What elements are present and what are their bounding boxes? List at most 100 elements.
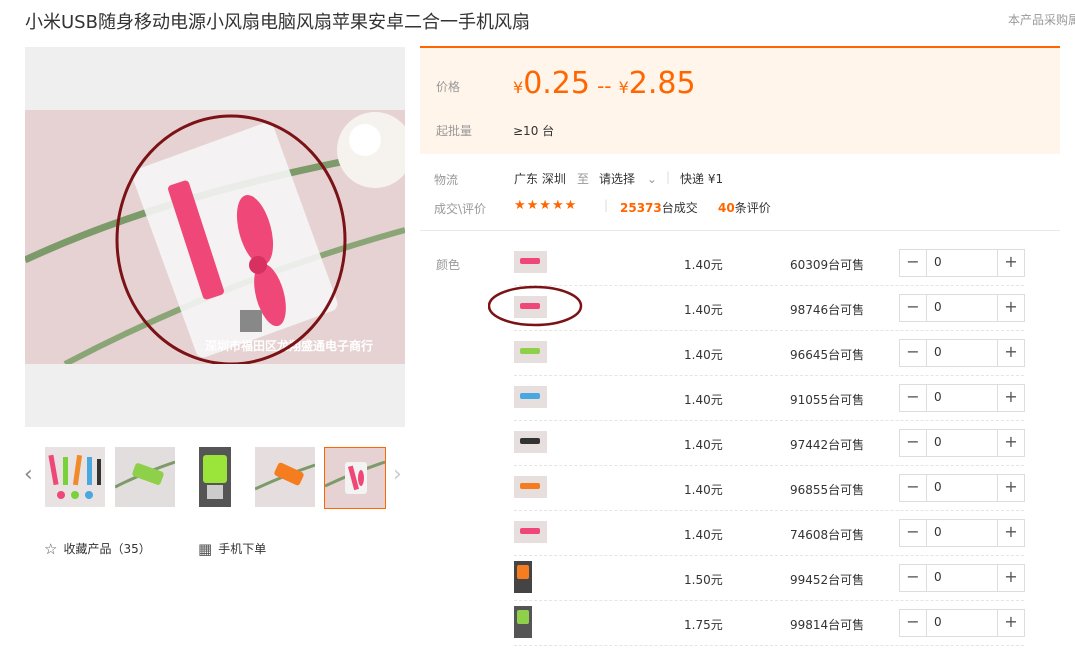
decrement-button[interactable]: − (900, 295, 927, 321)
decrement-button[interactable]: − (900, 340, 927, 366)
star-outline-icon: ☆ (44, 540, 58, 558)
product-photo: 深圳市福田区龙翔盛通电子商行 (25, 110, 405, 364)
sku-stock: 98746台可售 (790, 303, 865, 317)
sku-row: 1.40元 60309台可售 −0 + (514, 240, 1025, 286)
quantity-input[interactable]: 0 (934, 435, 942, 449)
quantity-stepper: −0 + (899, 339, 1025, 367)
review-count[interactable]: 40条评价 (718, 199, 771, 216)
increment-button[interactable]: + (997, 295, 1024, 321)
sku-thumbnail[interactable] (514, 431, 547, 453)
rating-stars: ★★★★★ (514, 198, 578, 213)
quantity-stepper: −0 + (899, 429, 1025, 457)
sku-row: 1.75元 99814台可售 −0 + (514, 600, 1025, 646)
section-divider (420, 230, 1060, 231)
purchase-note: 本产品采购属 (1008, 13, 1075, 27)
to-label: 至 (577, 172, 590, 186)
increment-button[interactable]: + (997, 385, 1024, 411)
quantity-input[interactable]: 0 (934, 345, 942, 359)
quantity-input[interactable]: 0 (934, 255, 942, 269)
quantity-input[interactable]: 0 (934, 300, 942, 314)
sales-count[interactable]: 25373台成交 (620, 199, 698, 216)
divider-bar: | (604, 198, 609, 212)
increment-button[interactable]: + (997, 520, 1024, 546)
price-label: 价格 (436, 80, 461, 94)
sku-price: 1.40元 (684, 303, 723, 317)
main-product-image[interactable]: 深圳市福田区龙翔盛通电子商行 (25, 47, 405, 427)
sku-price: 1.40元 (684, 483, 723, 497)
increment-button[interactable]: + (997, 430, 1024, 456)
favorite-label: 收藏产品（35） (63, 542, 151, 556)
quantity-stepper: −0 + (899, 564, 1025, 592)
sku-stock: 60309台可售 (790, 258, 865, 272)
chevron-down-icon: ⌄ (646, 172, 657, 186)
thumbnail-3[interactable] (185, 447, 245, 507)
price-high: 2.85 (628, 66, 696, 101)
mobile-order-label: 手机下单 (218, 542, 267, 556)
decrement-button[interactable]: − (900, 430, 927, 456)
decrement-button[interactable]: − (900, 520, 927, 546)
express-fee: 快递 ¥1 (680, 172, 724, 186)
increment-button[interactable]: + (997, 565, 1024, 591)
sku-thumbnail[interactable] (514, 606, 532, 638)
sku-row: 1.40元 91055台可售 −0 + (514, 375, 1025, 421)
logistics-label: 物流 (434, 173, 459, 187)
sku-thumbnail[interactable] (514, 561, 532, 593)
destination-select[interactable]: 请选择 ⌄ (599, 170, 657, 187)
quantity-input[interactable]: 0 (934, 615, 942, 629)
moq-value: ≥10 台 (513, 124, 555, 138)
thumbnail-5-selected[interactable] (324, 447, 386, 509)
color-label: 颜色 (436, 258, 461, 272)
sku-row: 1.50元 99452台可售 −0 + (514, 555, 1025, 601)
increment-button[interactable]: + (997, 475, 1024, 501)
sku-stock: 99452台可售 (790, 573, 865, 587)
sku-price: 1.40元 (684, 393, 723, 407)
moq-label: 起批量 (436, 124, 473, 138)
sku-price: 1.75元 (684, 618, 723, 632)
sku-row: 1.40元 97442台可售 −0 + (514, 420, 1025, 466)
sku-stock: 96855台可售 (790, 483, 865, 497)
price-low: 0.25 (523, 66, 590, 101)
sku-stock: 91055台可售 (790, 393, 865, 407)
increment-button[interactable]: + (997, 610, 1024, 636)
sku-price: 1.40元 (684, 438, 723, 452)
increment-button[interactable]: + (997, 250, 1024, 276)
quantity-input[interactable]: 0 (934, 390, 942, 404)
product-title: 小米USB随身移动电源小风扇电脑风扇苹果安卓二合一手机风扇 (25, 12, 530, 33)
quantity-stepper: −0 + (899, 519, 1025, 547)
thumbnail-1[interactable] (45, 447, 105, 507)
annotation-ellipse (488, 285, 583, 327)
sku-price: 1.40元 (684, 258, 723, 272)
mobile-order-button[interactable]: ▦ 手机下单 (198, 540, 266, 558)
chevron-left-icon[interactable]: ‹ (24, 462, 33, 487)
thumbnail-4[interactable] (255, 447, 315, 507)
sku-stock: 96645台可售 (790, 348, 865, 362)
decrement-button[interactable]: − (900, 610, 927, 636)
decrement-button[interactable]: − (900, 385, 927, 411)
quantity-input[interactable]: 0 (934, 570, 942, 584)
favorite-button[interactable]: ☆ 收藏产品（35） (44, 540, 151, 558)
sku-row: 1.40元 96855台可售 −0 + (514, 465, 1025, 511)
thumbnail-2[interactable] (115, 447, 175, 507)
chevron-right-icon[interactable]: › (393, 462, 402, 487)
quantity-stepper: −0 + (899, 474, 1025, 502)
decrement-button[interactable]: − (900, 565, 927, 591)
sku-thumbnail[interactable] (514, 521, 547, 543)
qr-code-icon: ▦ (198, 540, 213, 558)
quantity-stepper: −0 + (899, 609, 1025, 637)
quantity-stepper: −0 + (899, 249, 1025, 277)
sku-thumbnail[interactable] (514, 476, 547, 498)
reviews-label: 成交\评价 (434, 202, 487, 216)
decrement-button[interactable]: − (900, 475, 927, 501)
sku-thumbnail[interactable] (514, 341, 547, 363)
quantity-input[interactable]: 0 (934, 480, 942, 494)
sku-price: 1.40元 (684, 348, 723, 362)
quantity-stepper: −0 + (899, 294, 1025, 322)
increment-button[interactable]: + (997, 340, 1024, 366)
sku-thumbnail[interactable] (514, 386, 547, 408)
sku-row: 1.40元 98746台可售 −0 + (514, 285, 1025, 331)
quantity-input[interactable]: 0 (934, 525, 942, 539)
sku-price: 1.40元 (684, 528, 723, 542)
sku-stock: 97442台可售 (790, 438, 865, 452)
sku-thumbnail[interactable] (514, 251, 547, 273)
decrement-button[interactable]: − (900, 250, 927, 276)
